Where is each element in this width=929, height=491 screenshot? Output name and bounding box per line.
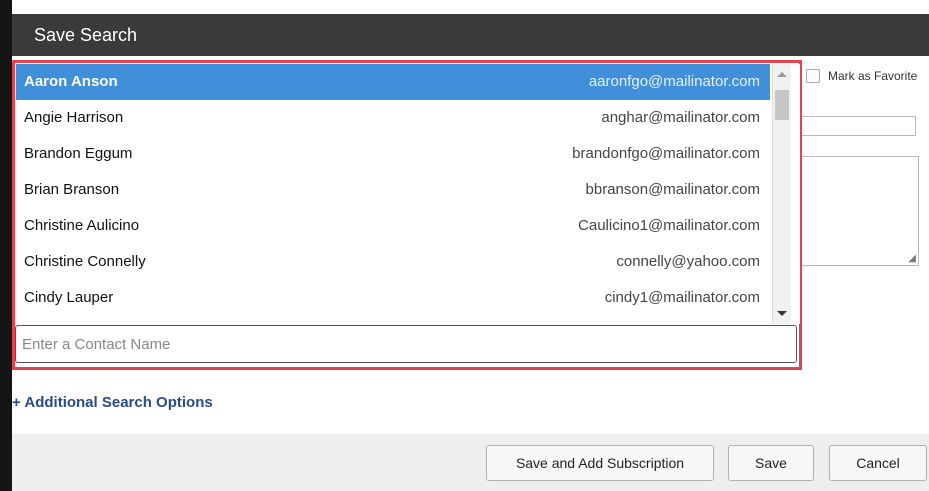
- mark-as-favorite[interactable]: Mark as Favorite: [806, 68, 917, 84]
- window-left-edge: [0, 0, 12, 491]
- dialog-title: Save Search: [34, 25, 138, 45]
- contact-email: Caulicino1@mailinator.com: [578, 217, 760, 234]
- contact-email: anghar@mailinator.com: [601, 109, 760, 126]
- contact-name: Angie Harrison: [24, 109, 124, 126]
- contact-row[interactable]: Aaron Anson aaronfgo@mailinator.com: [16, 64, 770, 100]
- description-textarea[interactable]: ◢: [790, 156, 919, 266]
- scroll-up-icon[interactable]: [777, 72, 787, 77]
- cancel-button[interactable]: Cancel: [829, 445, 927, 481]
- contact-email: aaronfgo@mailinator.com: [588, 73, 760, 90]
- contact-row[interactable]: Christine Aulicino Caulicino1@mailinator.…: [16, 208, 770, 244]
- contact-row[interactable]: Angie Harrison anghar@mailinator.com: [16, 100, 770, 136]
- contact-name: Aaron Anson: [24, 73, 118, 90]
- resize-grip-icon[interactable]: ◢: [908, 254, 916, 264]
- scroll-down-icon[interactable]: [777, 311, 787, 316]
- contact-email: brandonfgo@mailinator.com: [572, 145, 760, 162]
- contact-rows: Aaron Anson aaronfgo@mailinator.com Angie …: [16, 64, 800, 316]
- contact-name-input[interactable]: [15, 325, 797, 363]
- contact-email: connelly@yahoo.com: [616, 253, 760, 270]
- search-name-field[interactable]: [790, 116, 916, 136]
- contact-row[interactable]: Brandon Eggum brandonfgo@mailinator.com: [16, 136, 770, 172]
- contact-name: Brandon Eggum: [24, 145, 133, 162]
- contact-name: Christine Aulicino: [24, 217, 140, 234]
- additional-search-options-link[interactable]: + Additional Search Options: [12, 394, 213, 411]
- contact-list-scrollbar[interactable]: [772, 64, 791, 324]
- favorite-label: Mark as Favorite: [828, 68, 918, 83]
- dialog-title-bar: Save Search: [12, 14, 929, 56]
- contact-email: cindy1@mailinator.com: [604, 289, 760, 306]
- contact-list[interactable]: Aaron Anson aaronfgo@mailinator.com Angie …: [16, 64, 800, 324]
- contact-row[interactable]: Christine Connelly connelly@yahoo.com: [16, 244, 770, 280]
- save-button[interactable]: Save: [728, 445, 814, 481]
- contact-picker-highlight: Aaron Anson aaronfgo@mailinator.com Angie …: [12, 60, 802, 370]
- scroll-thumb[interactable]: [775, 90, 789, 120]
- contact-name: Christine Connelly: [24, 253, 146, 270]
- contact-name: Cindy Lauper: [24, 289, 114, 306]
- contact-name: Brian Branson: [24, 181, 120, 198]
- contact-email: bbranson@mailinator.com: [585, 181, 760, 198]
- contact-row[interactable]: Brian Branson bbranson@mailinator.com: [16, 172, 770, 208]
- contact-row[interactable]: Cindy Lauper cindy1@mailinator.com: [16, 280, 770, 316]
- dialog-footer: Save and Add Subscription Save Cancel: [12, 434, 929, 491]
- favorite-checkbox[interactable]: [806, 68, 820, 83]
- save-and-add-subscription-button[interactable]: Save and Add Subscription: [486, 445, 714, 481]
